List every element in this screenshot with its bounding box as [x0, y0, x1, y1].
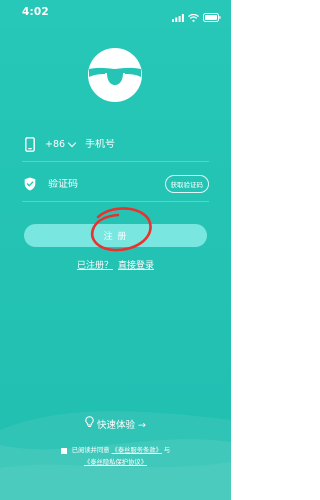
lightbulb-icon [85, 416, 94, 431]
code-field-row: 获取验证码 [22, 171, 209, 197]
phone-divider [22, 161, 209, 162]
privacy-link[interactable]: 《泰丝隐私保护协议》 [84, 459, 147, 466]
agreement-prefix: 已阅读并同意 [71, 447, 110, 454]
phone-field-row: +86 [22, 131, 209, 157]
shield-check-icon [22, 175, 38, 193]
quick-experience-label: 快速体验 → [97, 419, 146, 431]
login-prompt-text: 已注册？ [76, 261, 113, 271]
phone-icon [22, 135, 38, 153]
agree-checkbox[interactable] [60, 447, 67, 454]
login-prompt: 已注册？ 直接登录 [0, 258, 231, 271]
wifi-icon [188, 7, 199, 26]
country-code-selector[interactable]: +86 [45, 138, 77, 150]
status-bar: 4:02 [0, 0, 231, 22]
status-icons [172, 7, 221, 26]
code-divider [22, 201, 209, 202]
direct-login-link[interactable]: 直接登录 [118, 261, 154, 271]
agreement-conjunction: 与 [163, 447, 171, 454]
code-input[interactable] [48, 178, 165, 190]
country-code-label: +86 [45, 138, 66, 150]
terms-link[interactable]: 《泰丝服务条款》 [112, 445, 162, 456]
chevron-down-icon [67, 138, 77, 147]
get-code-button[interactable]: 获取验证码 [164, 175, 209, 193]
quick-experience-link[interactable]: 快速体验 → [0, 416, 231, 431]
register-screen: 4:02 +86 手机号 验证码 获取验证码 注 册 已注册？ 直接登录 快速体… [0, 0, 231, 500]
status-time: 4:02 [22, 6, 49, 18]
agreement: 已阅读并同意 《泰丝服务条款》 与 《泰丝隐私保护协议》 [0, 445, 231, 468]
signal-icon [172, 7, 184, 26]
phone-input[interactable] [85, 138, 209, 150]
smile-logo-icon [87, 47, 143, 103]
battery-icon [203, 7, 221, 26]
register-button[interactable]: 注 册 [24, 224, 207, 247]
